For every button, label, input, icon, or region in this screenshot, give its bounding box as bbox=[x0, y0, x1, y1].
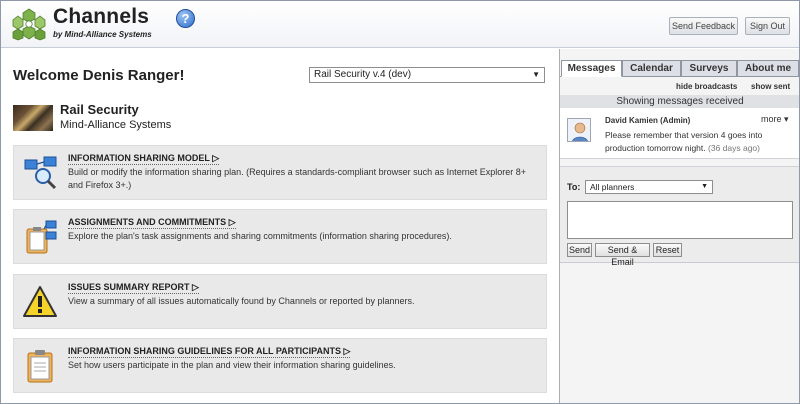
section-assignments-and-commitments[interactable]: ASSIGNMENTS AND COMMITMENTS ▷ Explore th… bbox=[13, 209, 547, 264]
tab-messages[interactable]: Messages bbox=[561, 60, 622, 77]
warning-icon bbox=[23, 286, 57, 317]
user-icon bbox=[572, 122, 588, 141]
message-sender: David Kamien (Admin) bbox=[605, 116, 691, 125]
section-information-sharing-model[interactable]: INFORMATION SHARING MODEL ▷ Build or mod… bbox=[13, 145, 547, 200]
dropdown-arrow-icon: ▼ bbox=[701, 183, 708, 190]
message-compose: To: All planners ▼ Send Send & Email Res… bbox=[560, 166, 799, 267]
section-title-link[interactable]: INFORMATION SHARING GUIDELINES FOR ALL P… bbox=[68, 346, 351, 358]
welcome-heading: Welcome Denis Ranger! bbox=[13, 67, 185, 84]
help-icon[interactable]: ? bbox=[176, 9, 195, 28]
plan-image bbox=[13, 105, 53, 131]
tab-about-me[interactable]: About me bbox=[737, 60, 799, 77]
sign-out-button[interactable]: Sign Out bbox=[745, 17, 790, 35]
main-panel: Welcome Denis Ranger! Rail Security v.4 … bbox=[1, 49, 559, 403]
message-age: (36 days ago) bbox=[708, 143, 760, 153]
section-title-link[interactable]: INFORMATION SHARING MODEL ▷ bbox=[68, 153, 220, 165]
tab-calendar[interactable]: Calendar bbox=[622, 60, 681, 77]
brand-title: Channels bbox=[53, 5, 150, 28]
section-title-link[interactable]: ASSIGNMENTS AND COMMITMENTS ▷ bbox=[68, 217, 236, 229]
dropdown-arrow-icon: ▼ bbox=[532, 70, 540, 79]
arrow-right-icon: ▷ bbox=[343, 346, 351, 356]
message-item: David Kamien (Admin) more ▾ Please remem… bbox=[560, 108, 799, 159]
arrow-right-icon: ▷ bbox=[228, 217, 236, 227]
plan-name: Rail Security bbox=[60, 102, 139, 117]
recipient-select-value: All planners bbox=[590, 182, 635, 192]
recipient-select[interactable]: All planners ▼ bbox=[585, 180, 713, 194]
social-tabs: Messages Calendar Surveys About me bbox=[560, 60, 799, 77]
plan-organization: Mind-Alliance Systems bbox=[60, 119, 172, 131]
messages-filter-status: Showing messages received bbox=[560, 95, 799, 108]
arrow-right-icon: ▷ bbox=[192, 282, 199, 292]
show-sent-link[interactable]: show sent bbox=[751, 82, 790, 91]
avatar bbox=[567, 118, 591, 142]
channels-logo-icon bbox=[12, 8, 46, 41]
plan-selector[interactable]: Rail Security v.4 (dev) ▼ bbox=[309, 67, 545, 83]
section-description: View a summary of all issues automatical… bbox=[68, 296, 415, 306]
send-button[interactable]: Send bbox=[567, 243, 592, 257]
send-feedback-button[interactable]: Send Feedback bbox=[669, 17, 738, 35]
clipboard-network-icon bbox=[26, 220, 57, 254]
plan-selector-value: Rail Security v.4 (dev) bbox=[314, 69, 412, 80]
section-description: Set how users participate in the plan an… bbox=[68, 360, 396, 370]
magnifier-network-icon bbox=[24, 156, 57, 190]
chevron-down-icon: ▾ bbox=[784, 114, 789, 124]
section-issues-summary-report[interactable]: ISSUES SUMMARY REPORT ▷ View a summary o… bbox=[13, 274, 547, 329]
message-textarea[interactable] bbox=[567, 201, 793, 239]
brand-subtitle: by Mind-Alliance Systems bbox=[53, 30, 152, 39]
reset-button[interactable]: Reset bbox=[653, 243, 682, 257]
to-label: To: bbox=[567, 182, 581, 192]
arrow-right-icon: ▷ bbox=[212, 153, 220, 163]
hide-broadcasts-link[interactable]: hide broadcasts bbox=[676, 82, 737, 91]
section-description: Explore the plan's task assignments and … bbox=[68, 231, 452, 241]
social-panel: Messages Calendar Surveys About me hide … bbox=[560, 49, 799, 403]
clipboard-icon bbox=[27, 350, 53, 383]
message-more-menu[interactable]: more ▾ bbox=[761, 114, 789, 125]
section-description: Build or modify the information sharing … bbox=[68, 167, 526, 190]
section-information-sharing-guidelines[interactable]: INFORMATION SHARING GUIDELINES FOR ALL P… bbox=[13, 338, 547, 393]
send-and-email-button[interactable]: Send & Email bbox=[595, 243, 650, 267]
section-title-link[interactable]: ISSUES SUMMARY REPORT ▷ bbox=[68, 282, 199, 294]
header: Channels by Mind-Alliance Systems ? Send… bbox=[1, 1, 799, 48]
app-window: Channels by Mind-Alliance Systems ? Send… bbox=[0, 0, 800, 404]
message-body: Please remember that version 4 goes into… bbox=[605, 130, 763, 153]
tab-surveys[interactable]: Surveys bbox=[681, 60, 737, 77]
